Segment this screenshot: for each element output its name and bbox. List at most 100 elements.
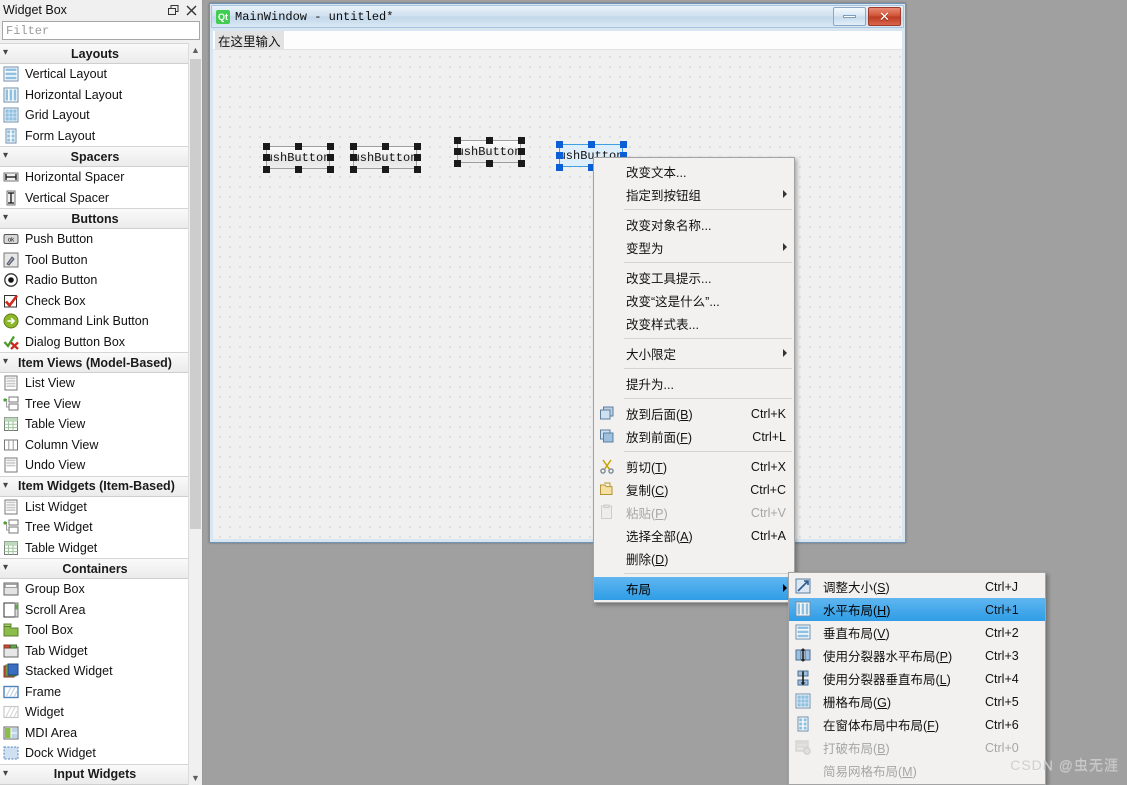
resize-handle[interactable] — [486, 160, 493, 167]
resize-handle[interactable] — [327, 143, 334, 150]
resize-handle[interactable] — [263, 166, 270, 173]
widget-item-undo-view[interactable]: Undo View — [0, 455, 190, 476]
layout-submenu[interactable]: 调整大小(S)Ctrl+J水平布局(H)Ctrl+1垂直布局(V)Ctrl+2使… — [788, 572, 1046, 785]
widget-item-tab-widget[interactable]: Tab Widget — [0, 641, 190, 662]
resize-handle[interactable] — [556, 152, 563, 159]
widget-list[interactable]: ▾LayoutsVertical LayoutHorizontal Layout… — [0, 43, 190, 785]
menu-item-6[interactable]: 改变工具提示... — [594, 266, 794, 289]
menu-item-4[interactable]: 变型为 — [594, 236, 794, 259]
widget-item-check-box[interactable]: Check Box — [0, 291, 190, 312]
resize-handle[interactable] — [556, 141, 563, 148]
scrollbar-thumb[interactable] — [190, 59, 201, 529]
widget-category-containers[interactable]: ▾Containers — [0, 558, 190, 579]
widget-item-tool-box[interactable]: Tool Box — [0, 620, 190, 641]
scroll-down-icon[interactable]: ▼ — [189, 771, 202, 785]
menu-item-23[interactable]: 布局 — [594, 577, 794, 600]
menu-item-1[interactable]: 指定到按钮组 — [594, 183, 794, 206]
menu-item-14[interactable]: 放到后面(B)Ctrl+K — [594, 402, 794, 425]
menu-item-4[interactable]: 使用分裂器垂直布局(L)Ctrl+4 — [789, 667, 1045, 690]
resize-handle[interactable] — [454, 137, 461, 144]
resize-handle[interactable] — [486, 137, 493, 144]
resize-handle[interactable] — [620, 141, 627, 148]
resize-handle[interactable] — [350, 143, 357, 150]
resize-handle[interactable] — [382, 166, 389, 173]
form-titlebar[interactable]: Qt MainWindow - untitled* ✕ — [211, 5, 904, 28]
resize-handle[interactable] — [327, 154, 334, 161]
resize-handle[interactable] — [295, 166, 302, 173]
menu-item-3[interactable]: 使用分裂器水平布局(P)Ctrl+3 — [789, 644, 1045, 667]
menu-item-1[interactable]: 水平布局(H)Ctrl+1 — [789, 598, 1045, 621]
widget-item-horizontal-spacer[interactable]: Horizontal Spacer — [0, 167, 190, 188]
menu-item-12[interactable]: 提升为... — [594, 372, 794, 395]
resize-handle[interactable] — [414, 143, 421, 150]
widget-item-vertical-layout[interactable]: Vertical Layout — [0, 64, 190, 85]
menu-item-18[interactable]: 复制(C)Ctrl+C — [594, 478, 794, 501]
resize-handle[interactable] — [327, 166, 334, 173]
minimize-button[interactable] — [833, 7, 866, 26]
resize-handle[interactable] — [556, 164, 563, 171]
widget-item-radio-button[interactable]: Radio Button — [0, 270, 190, 291]
menubar-placeholder[interactable]: 在这里输入 — [215, 31, 284, 51]
menu-item-8[interactable]: 改变样式表... — [594, 312, 794, 335]
scroll-up-icon[interactable]: ▲ — [189, 43, 202, 57]
menu-item-0[interactable]: 调整大小(S)Ctrl+J — [789, 575, 1045, 598]
widget-context-menu[interactable]: 改变文本...指定到按钮组改变对象名称...变型为改变工具提示...改变“这是什… — [593, 157, 795, 603]
widget-item-column-view[interactable]: Column View — [0, 435, 190, 456]
widget-item-mdi-area[interactable]: MDI Area — [0, 723, 190, 744]
widget-category-spacers[interactable]: ▾Spacers — [0, 146, 190, 167]
resize-handle[interactable] — [350, 166, 357, 173]
form-menubar[interactable]: 在这里输入 — [213, 31, 902, 50]
widget-item-tool-button[interactable]: Tool Button — [0, 250, 190, 271]
widget-category-buttons[interactable]: ▾Buttons — [0, 208, 190, 229]
widget-item-frame[interactable]: Frame — [0, 682, 190, 703]
resize-handle[interactable] — [263, 143, 270, 150]
menu-item-21[interactable]: 删除(D) — [594, 547, 794, 570]
widget-item-list-view[interactable]: List View — [0, 373, 190, 394]
filter-input[interactable]: Filter — [2, 21, 200, 40]
widget-item-push-button[interactable]: okPush Button — [0, 229, 190, 250]
resize-handle[interactable] — [518, 137, 525, 144]
widget-category-layouts[interactable]: ▾Layouts — [0, 43, 190, 64]
widget-item-form-layout[interactable]: Form Layout — [0, 126, 190, 147]
close-button[interactable]: ✕ — [868, 7, 901, 26]
resize-handle[interactable] — [414, 154, 421, 161]
widget-item-tree-widget[interactable]: Tree Widget — [0, 517, 190, 538]
resize-handle[interactable] — [518, 148, 525, 155]
design-canvas[interactable]: ushButtonushButtonushButtonushButton — [213, 50, 902, 539]
widget-category-item-widgets-item-based[interactable]: ▾Item Widgets (Item-Based) — [0, 476, 190, 497]
menu-item-20[interactable]: 选择全部(A)Ctrl+A — [594, 524, 794, 547]
restore-icon[interactable] — [164, 2, 182, 18]
widget-category-input-widgets[interactable]: ▾Input Widgets — [0, 764, 190, 785]
resize-handle[interactable] — [454, 148, 461, 155]
widget-item-table-view[interactable]: Table View — [0, 414, 190, 435]
menu-item-2[interactable]: 垂直布局(V)Ctrl+2 — [789, 621, 1045, 644]
menu-item-5[interactable]: 栅格布局(G)Ctrl+5 — [789, 690, 1045, 713]
widget-item-stacked-widget[interactable]: Stacked Widget — [0, 661, 190, 682]
widget-item-table-widget[interactable]: Table Widget — [0, 538, 190, 559]
resize-handle[interactable] — [518, 160, 525, 167]
menu-item-10[interactable]: 大小限定 — [594, 342, 794, 365]
widget-item-dock-widget[interactable]: Dock Widget — [0, 743, 190, 764]
widget-box-scrollbar[interactable]: ▲ ▼ — [188, 43, 202, 785]
widget-category-item-views-model-based[interactable]: ▾Item Views (Model-Based) — [0, 352, 190, 373]
widget-item-group-box[interactable]: Group Box — [0, 579, 190, 600]
widget-item-list-widget[interactable]: List Widget — [0, 497, 190, 518]
close-icon[interactable] — [182, 2, 200, 18]
widget-item-scroll-area[interactable]: Scroll Area — [0, 600, 190, 621]
resize-handle[interactable] — [454, 160, 461, 167]
widget-item-widget[interactable]: Widget — [0, 702, 190, 723]
resize-handle[interactable] — [382, 143, 389, 150]
resize-handle[interactable] — [414, 166, 421, 173]
resize-handle[interactable] — [588, 141, 595, 148]
menu-item-17[interactable]: 剪切(T)Ctrl+X — [594, 455, 794, 478]
widget-item-vertical-spacer[interactable]: Vertical Spacer — [0, 188, 190, 209]
resize-handle[interactable] — [350, 154, 357, 161]
resize-handle[interactable] — [295, 143, 302, 150]
menu-item-7[interactable]: 改变“这是什么”... — [594, 289, 794, 312]
widget-item-tree-view[interactable]: Tree View — [0, 394, 190, 415]
menu-item-6[interactable]: 在窗体布局中布局(F)Ctrl+6 — [789, 713, 1045, 736]
menu-item-0[interactable]: 改变文本... — [594, 160, 794, 183]
widget-item-horizontal-layout[interactable]: Horizontal Layout — [0, 85, 190, 106]
widget-item-command-link-button[interactable]: Command Link Button — [0, 311, 190, 332]
widget-item-grid-layout[interactable]: Grid Layout — [0, 105, 190, 126]
